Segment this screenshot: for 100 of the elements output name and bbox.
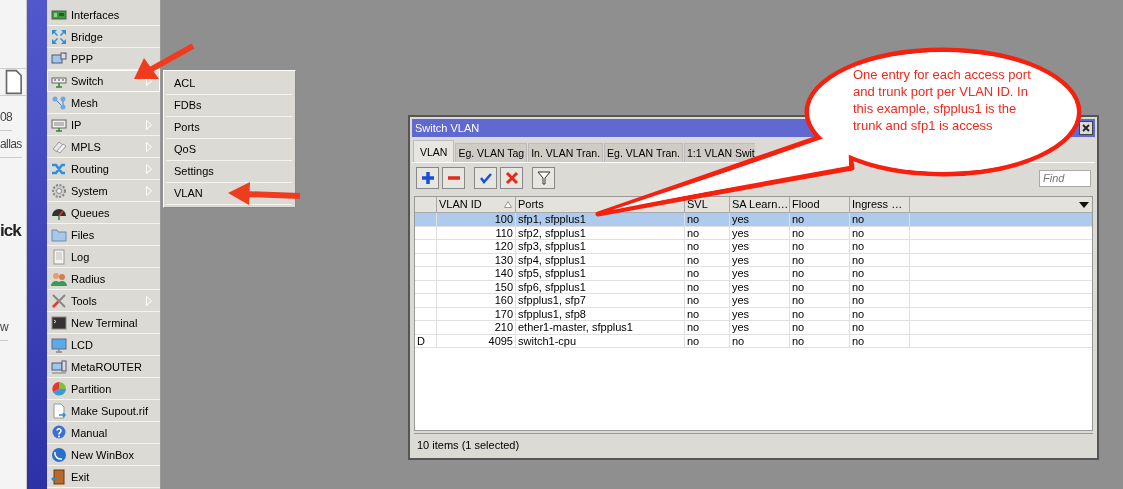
menu-item[interactable]: Make Supout.rif [47, 400, 160, 422]
menu-item[interactable]: Routing [47, 158, 160, 180]
menu-item[interactable]: LCD [47, 334, 160, 356]
tab[interactable]: In. VLAN Tran. [528, 143, 604, 162]
menu-item[interactable]: New WinBox [47, 444, 160, 466]
table-cell: no [685, 334, 730, 347]
table-row[interactable]: 110 sfp2, sfpplus1 no yes no no [415, 226, 1092, 240]
column-header[interactable]: Flood [790, 197, 850, 212]
submenu-item[interactable]: FDBs [166, 95, 292, 117]
arrow [134, 43, 195, 79]
table-cell: yes [730, 321, 790, 334]
table-cell: 4095 [437, 334, 516, 347]
add-icon [419, 170, 436, 186]
add-button[interactable] [416, 167, 439, 189]
table-row[interactable]: D 4095 switch1-cpu no no no no [415, 334, 1092, 348]
menu-item[interactable]: MetaROUTER [47, 356, 160, 378]
table-cell: yes [730, 280, 790, 293]
tools-icon [51, 292, 67, 309]
document-icon [51, 248, 67, 265]
disable-button[interactable] [500, 167, 523, 189]
tab[interactable]: 1:1 VLAN Swit [684, 143, 755, 162]
table-row[interactable]: 150 sfp6, sfpplus1 no yes no no [415, 280, 1092, 294]
table-cell: no [790, 334, 850, 347]
table-row[interactable]: 140 sfp5, sfpplus1 no yes no no [415, 267, 1092, 281]
menu-item[interactable]: Log [47, 246, 160, 268]
table-cell: no [790, 226, 850, 239]
menu-item[interactable]: Manual [47, 422, 160, 444]
table-row[interactable]: 210 ether1-master, sfpplus1 no yes no no [415, 321, 1092, 335]
table-cell: no [850, 307, 910, 320]
menu-item[interactable]: Files [47, 224, 160, 246]
table-cell: switch1-cpu [516, 334, 685, 347]
submenu-item[interactable]: Settings [166, 161, 292, 183]
submenu-item[interactable]: Ports [166, 117, 292, 139]
table-row[interactable]: 130 sfp4, sfpplus1 no yes no no [415, 253, 1092, 267]
menu-item[interactable]: Bridge [47, 26, 160, 48]
table-cell: no [685, 226, 730, 239]
table-cell: sfpplus1, sfp8 [516, 307, 685, 320]
menu-item[interactable]: Switch [47, 70, 160, 92]
tab[interactable]: Eg. VLAN Tag [455, 143, 528, 162]
search-field[interactable]: Find [1039, 169, 1091, 187]
table-cell: no [790, 294, 850, 307]
monitor-icon [51, 336, 67, 353]
page-text: w [0, 314, 9, 341]
filter-button[interactable] [532, 167, 555, 189]
column-header[interactable]: Ingress … [850, 197, 910, 212]
table-cell: D [415, 334, 437, 347]
table-cell: yes [730, 253, 790, 266]
menu-item[interactable]: IP [47, 114, 160, 136]
table-cell: no [790, 280, 850, 293]
submenu-item[interactable]: QoS [166, 139, 292, 161]
computer-icon [51, 50, 67, 67]
table-cell: 160 [437, 294, 516, 307]
table-cell: sfp4, sfpplus1 [516, 253, 685, 266]
tab[interactable]: VLAN [413, 140, 455, 162]
table-cell: no [685, 321, 730, 334]
table-cell: no [850, 226, 910, 239]
menu-item[interactable]: Mesh [47, 92, 160, 114]
column-header[interactable]: VLAN ID [437, 197, 516, 212]
table-row[interactable]: 160 sfpplus1, sfp7 no yes no no [415, 294, 1092, 308]
table-cell: no [685, 307, 730, 320]
table-cell: no [850, 267, 910, 280]
table-cell: yes [730, 307, 790, 320]
table-cell: no [850, 253, 910, 266]
menu-item[interactable]: Radius [47, 268, 160, 290]
submenu-item[interactable]: ACL [166, 73, 292, 95]
table-cell: no [685, 253, 730, 266]
table-cell: sfp5, sfpplus1 [516, 267, 685, 280]
table-cell: 100 [437, 213, 516, 226]
remove-button[interactable] [442, 167, 465, 189]
menu-item[interactable]: Tools [47, 290, 160, 312]
table-cell: yes [730, 267, 790, 280]
table-cell: yes [730, 240, 790, 253]
table-cell: no [790, 307, 850, 320]
page-text: allas [0, 131, 22, 158]
table-cell: no [850, 334, 910, 347]
close-button[interactable] [1079, 121, 1093, 135]
dropdown-icon[interactable] [1079, 201, 1089, 208]
status-bar: 10 items (1 selected) [414, 433, 1093, 456]
page-text: 08 [0, 104, 13, 131]
table-row[interactable]: 170 sfpplus1, sfp8 no yes no no [415, 307, 1092, 321]
menu-item[interactable]: New Terminal [47, 312, 160, 334]
table-cell: no [790, 213, 850, 226]
filter-icon [535, 170, 552, 186]
menu-item[interactable]: Exit [47, 466, 160, 488]
table-cell: no [850, 294, 910, 307]
menu-item[interactable]: MPLS [47, 136, 160, 158]
table-cell: 150 [437, 280, 516, 293]
enable-button[interactable] [474, 167, 497, 189]
table-cell: no [850, 240, 910, 253]
tab[interactable]: Eg. VLAN Tran. [604, 143, 684, 162]
door-icon [51, 468, 67, 485]
menu-item[interactable]: System [47, 180, 160, 202]
column-header[interactable]: SA Learn… [730, 197, 790, 212]
table-row[interactable]: 120 sfp3, sfpplus1 no yes no no [415, 240, 1092, 254]
table-cell: no [790, 253, 850, 266]
menu-item[interactable]: Partition [47, 378, 160, 400]
menu-item[interactable]: Interfaces [47, 4, 160, 26]
folder-icon [51, 226, 67, 243]
menu-item[interactable]: Queues [47, 202, 160, 224]
table-row[interactable]: 100 sfp1, sfpplus1 no yes no no [415, 213, 1092, 227]
